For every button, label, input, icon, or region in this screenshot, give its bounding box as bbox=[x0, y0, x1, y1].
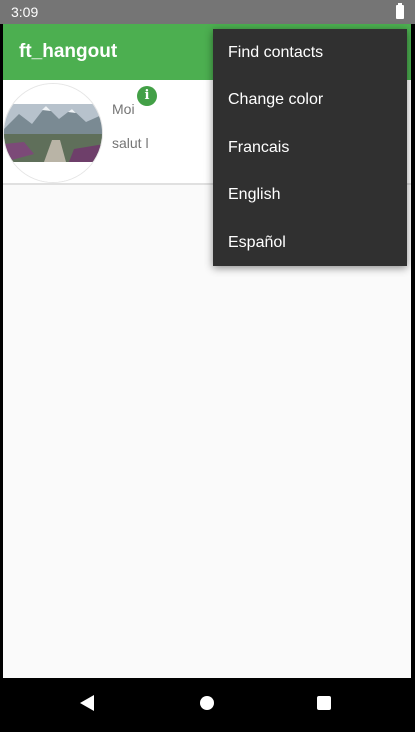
menu-item-change-color[interactable]: Change color bbox=[213, 77, 407, 125]
menu-item-francais[interactable]: Francais bbox=[213, 124, 407, 172]
menu-item-find-contacts[interactable]: Find contacts bbox=[213, 29, 407, 77]
back-icon[interactable] bbox=[80, 695, 94, 711]
contact-name: Moi bbox=[112, 101, 135, 117]
home-icon[interactable] bbox=[200, 696, 214, 710]
app-title: ft_hangout bbox=[19, 41, 118, 62]
battery-icon bbox=[396, 3, 404, 19]
status-bar: 3:09 bbox=[0, 0, 415, 24]
status-time: 3:09 bbox=[11, 4, 39, 20]
navigation-bar bbox=[0, 678, 415, 732]
recents-icon[interactable] bbox=[317, 696, 331, 710]
contact-last-message: salut l bbox=[112, 135, 149, 151]
avatar bbox=[3, 83, 103, 183]
overflow-menu: Find contacts Change color Francais Engl… bbox=[213, 29, 407, 266]
menu-item-espanol[interactable]: Español bbox=[213, 219, 407, 267]
menu-item-english[interactable]: English bbox=[213, 172, 407, 220]
info-icon[interactable]: i bbox=[137, 86, 157, 106]
avatar-landscape-image bbox=[4, 84, 102, 182]
